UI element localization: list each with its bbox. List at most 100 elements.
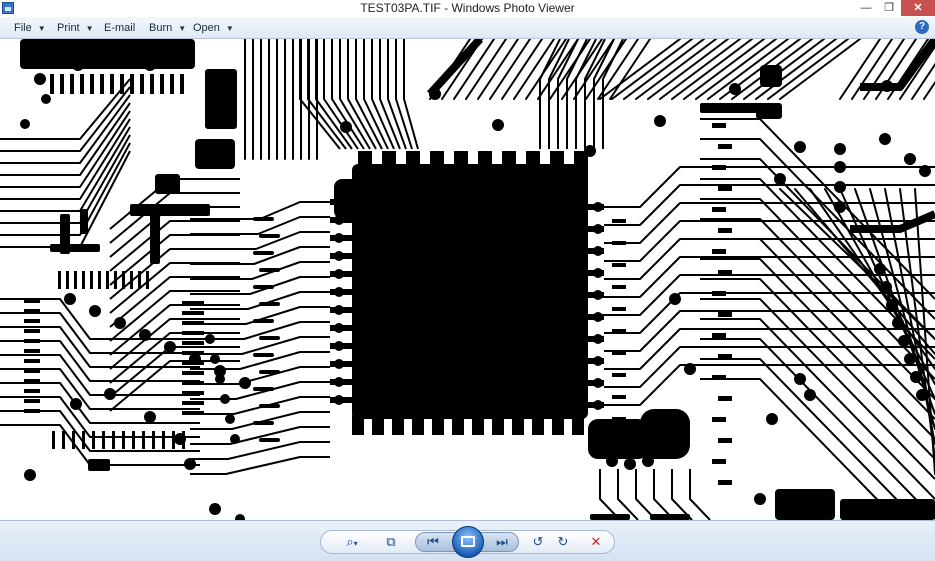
pcb-via [220, 394, 230, 404]
pcb-via [669, 293, 681, 305]
menu-file[interactable]: File ▼ [10, 20, 50, 36]
pcb-trace [700, 218, 935, 400]
skip-previous-icon: ⏮ [427, 534, 439, 549]
help-icon[interactable]: ? [915, 20, 929, 34]
close-button[interactable]: ✕ [901, 0, 935, 16]
pcb-via [432, 158, 442, 168]
image-viewport[interactable] [0, 39, 935, 520]
pcb-image [0, 39, 935, 520]
pcb-trace [700, 118, 935, 300]
pcb-trace [647, 39, 729, 100]
pcb-pad [182, 301, 204, 305]
rotate-clockwise-button[interactable]: ↻ [553, 533, 573, 551]
pcb-pad [80, 74, 84, 94]
pcb-via [210, 354, 220, 364]
pcb-via [215, 374, 225, 384]
next-button[interactable]: ⏭ [492, 533, 512, 551]
pcb-via [41, 94, 51, 104]
actual-size-button[interactable]: ⧉ [381, 533, 401, 551]
menu-file-label: File [14, 22, 32, 34]
pcb-trace [779, 39, 861, 100]
pcb-pad [352, 164, 588, 419]
pcb-via [360, 158, 370, 168]
pcb-pad [92, 431, 95, 449]
window-title: TEST03PA.TIF - Windows Photo Viewer [360, 1, 575, 15]
pcb-via [24, 469, 36, 481]
pcb-trace [604, 364, 935, 406]
pcb-pad [155, 174, 180, 194]
pcb-via [89, 305, 101, 317]
pcb-via [205, 334, 215, 344]
pcb-pad [74, 271, 77, 289]
pcb-via [384, 158, 394, 168]
pcb-pad [62, 431, 65, 449]
pcb-via [573, 423, 583, 433]
pcb-via [480, 158, 490, 168]
menu-print[interactable]: Print ▼ [53, 20, 98, 36]
pcb-via [373, 423, 383, 433]
rotate-counterclockwise-button[interactable]: ↺ [528, 533, 548, 551]
pcb-via [886, 299, 898, 311]
menu-email[interactable]: E-mail [100, 20, 139, 36]
pcb-pad [612, 395, 626, 399]
pcb-pad [182, 311, 204, 315]
pcb-trace [609, 39, 651, 100]
pcb-trace [604, 166, 935, 208]
pcb-pad [712, 333, 726, 338]
pcb-pad [102, 431, 105, 449]
menu-bar: File ▼ Print ▼ E-mail Burn ▼ Open ▼ ? [0, 17, 935, 39]
pcb-pad [180, 74, 184, 94]
pcb-via [834, 201, 846, 213]
pcb-pad [612, 373, 626, 377]
slideshow-button[interactable] [452, 526, 484, 558]
pcb-via [606, 455, 618, 467]
pcb-trace [427, 39, 483, 97]
pcb-pad [718, 354, 732, 359]
pcb-via [593, 378, 603, 388]
pcb-via [225, 414, 235, 424]
magnifier-icon: ⌕ [346, 534, 354, 549]
pcb-pad [50, 74, 54, 94]
maximize-button[interactable]: ❐ [878, 0, 900, 16]
pcb-pad [24, 339, 40, 343]
pcb-via [334, 251, 344, 261]
menu-burn[interactable]: Burn ▼ [145, 20, 190, 36]
previous-button[interactable]: ⏮ [423, 533, 443, 551]
pcb-trace [489, 39, 531, 100]
pcb-via [593, 290, 603, 300]
pcb-trace [604, 310, 935, 352]
pcb-via [433, 423, 443, 433]
pcb-via [456, 158, 466, 168]
pcb-pad [60, 74, 64, 94]
pcb-via [334, 395, 344, 405]
pcb-pad [612, 285, 626, 289]
pcb-pad [98, 271, 101, 289]
pcb-pad [90, 74, 94, 94]
pcb-via [393, 423, 403, 433]
pcb-pad [712, 375, 726, 380]
pcb-via [794, 141, 806, 153]
pcb-pad [718, 396, 732, 401]
pcb-pad [130, 204, 210, 216]
minimize-button[interactable]: — [854, 0, 878, 16]
pcb-pad [612, 241, 626, 245]
pcb-via [642, 455, 654, 467]
pcb-pad [775, 489, 835, 520]
pcb-via [553, 423, 563, 433]
pcb-via [334, 197, 344, 207]
pcb-pad [712, 165, 726, 170]
pcb-pad [840, 499, 935, 520]
chevron-down-icon: ▼ [225, 24, 234, 33]
pcb-via [493, 423, 503, 433]
pcb-pad [718, 270, 732, 275]
menu-open[interactable]: Open ▼ [189, 20, 238, 36]
delete-button[interactable]: ✕ [586, 533, 606, 551]
zoom-button[interactable]: ⌕▾ [340, 533, 364, 551]
pcb-trace [599, 39, 681, 100]
pcb-via [892, 317, 904, 329]
pcb-pad [160, 74, 164, 94]
pcb-pad [130, 271, 133, 289]
pcb-trace [371, 39, 395, 150]
pcb-pad [20, 39, 195, 69]
pcb-pad [640, 409, 690, 459]
